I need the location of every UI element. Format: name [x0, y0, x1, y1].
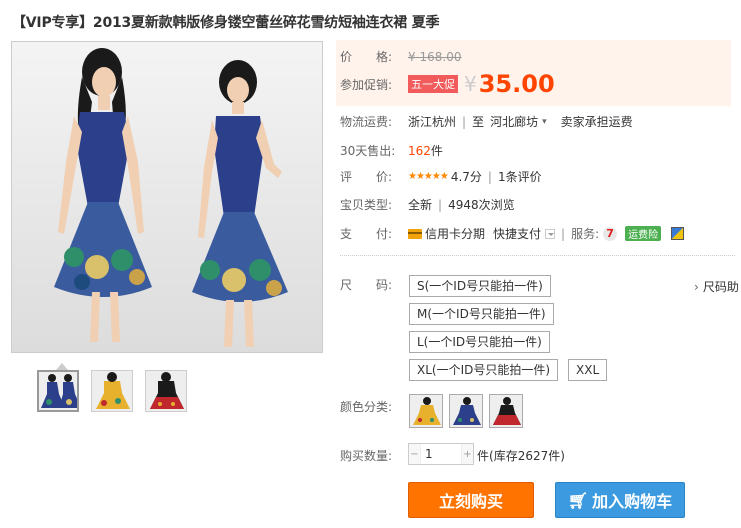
size-chart-link[interactable]: › 尺码助: [694, 278, 739, 295]
promo-price: 35.00: [478, 70, 555, 98]
service-label: 服务:: [571, 227, 600, 241]
original-price: ¥ 168.00: [408, 49, 462, 64]
star-rating-icon: ★★★★★: [408, 171, 449, 182]
color-label-row: 颜色分类:: [340, 398, 408, 415]
size-option-xxl[interactable]: XXL: [568, 359, 608, 381]
shipping-label: 物流运费:: [340, 115, 393, 129]
stock-info: 件 (库存2627件): [477, 447, 565, 464]
credit-card-icon: [408, 228, 422, 239]
quantity-label: 购买数量:: [340, 449, 393, 463]
shipping-destination[interactable]: 河北廊坊: [490, 113, 538, 130]
size-option-m[interactable]: M(一个ID号只能拍一件): [409, 303, 554, 325]
yen-symbol: ¥: [464, 72, 477, 96]
condition-row: 宝贝类型: 全新 | 4948次浏览: [340, 197, 515, 213]
rating-label: 评 价:: [340, 170, 393, 184]
buy-now-button[interactable]: 立刻购买: [408, 482, 534, 518]
quantity-stepper: − +: [408, 443, 474, 465]
thumbnail-blue[interactable]: [37, 370, 79, 412]
plus-icon[interactable]: +: [462, 444, 473, 464]
main-product-image[interactable]: [11, 41, 323, 353]
size-label: 尺 码:: [340, 278, 393, 292]
quantity-label-row: 购买数量:: [340, 447, 408, 464]
add-to-cart-button[interactable]: 🛒︎ 加入购物车: [555, 482, 685, 518]
rating-row: 评 价: ★★★★★ 4.7分 | 1条评价: [340, 168, 542, 185]
condition-type: 全新: [408, 198, 433, 212]
payment-row: 支 付: 信用卡分期 快捷支付 | 服务: 7 运费险: [340, 225, 685, 242]
size-label-row: 尺 码:: [340, 276, 408, 293]
rating-score: 4.7分: [450, 170, 482, 184]
shipping-to-text: 至: [472, 115, 485, 129]
payment-option-quick[interactable]: 快捷支付: [493, 225, 541, 242]
seven-day-return-icon[interactable]: 7: [603, 226, 618, 241]
sales-unit: 件: [430, 144, 443, 158]
shipping-insurance-badge[interactable]: 运费险: [625, 226, 662, 241]
price-row: 价 格: ¥ 168.00: [340, 48, 461, 65]
sales-count: 162: [408, 143, 431, 158]
payment-label: 支 付:: [340, 227, 393, 241]
quantity-unit: 件: [477, 449, 490, 463]
color-option-red[interactable]: [489, 394, 523, 428]
color-label: 颜色分类:: [340, 400, 393, 414]
color-option-blue[interactable]: [449, 394, 483, 428]
size-option-s[interactable]: S(一个ID号只能拍一件): [409, 275, 551, 297]
chevron-right-icon: ›: [694, 279, 699, 294]
minus-icon[interactable]: −: [409, 444, 420, 464]
thumbnail-strip: [37, 370, 187, 412]
shipping-fee: 卖家承担运费: [560, 115, 633, 129]
sales-label: 30天售出:: [340, 144, 396, 158]
dress-model-illustration: [12, 42, 322, 352]
product-title: 【VIP专享】2013夏新款韩版修身镂空蕾丝碎花雪纺短袖连衣裙 夏季: [12, 15, 440, 31]
shipping-row: 物流运费: 浙江杭州 | 至 河北廊坊 ▾ 卖家承担运费: [340, 113, 633, 130]
payment-option-installment[interactable]: 信用卡分期: [425, 225, 485, 242]
chevron-down-icon[interactable]: ▾: [542, 117, 547, 127]
promo-row: 参加促销: 五一大促 ¥ 35.00: [340, 70, 555, 98]
color-options: [409, 394, 523, 428]
price-label: 价 格:: [340, 50, 393, 64]
thumbnail-yellow[interactable]: [91, 370, 133, 412]
payment-dropdown-icon[interactable]: [545, 228, 556, 239]
divider: [340, 255, 735, 256]
promo-tag: 五一大促: [408, 75, 458, 93]
cart-icon: 🛒︎: [567, 490, 589, 510]
shipping-from: 浙江杭州: [408, 115, 457, 129]
size-option-xl[interactable]: XL(一个ID号只能拍一件): [409, 359, 559, 381]
view-count: 4948次浏览: [448, 198, 515, 212]
condition-label: 宝贝类型:: [340, 198, 393, 212]
size-option-l[interactable]: L(一个ID号只能拍一件): [409, 331, 550, 353]
review-count-link[interactable]: 1条评价: [498, 168, 542, 185]
add-to-cart-label: 加入购物车: [592, 492, 673, 511]
sales-row: 30天售出: 162 件: [340, 142, 443, 159]
quantity-input[interactable]: [420, 444, 462, 464]
promo-label: 参加促销:: [340, 77, 393, 92]
service-guarantee-icon[interactable]: [671, 227, 685, 240]
thumbnail-pointer: [56, 363, 68, 370]
stock-count: (库存2627件): [489, 449, 565, 463]
thumbnail-red[interactable]: [145, 370, 187, 412]
color-option-yellow[interactable]: [409, 394, 443, 428]
